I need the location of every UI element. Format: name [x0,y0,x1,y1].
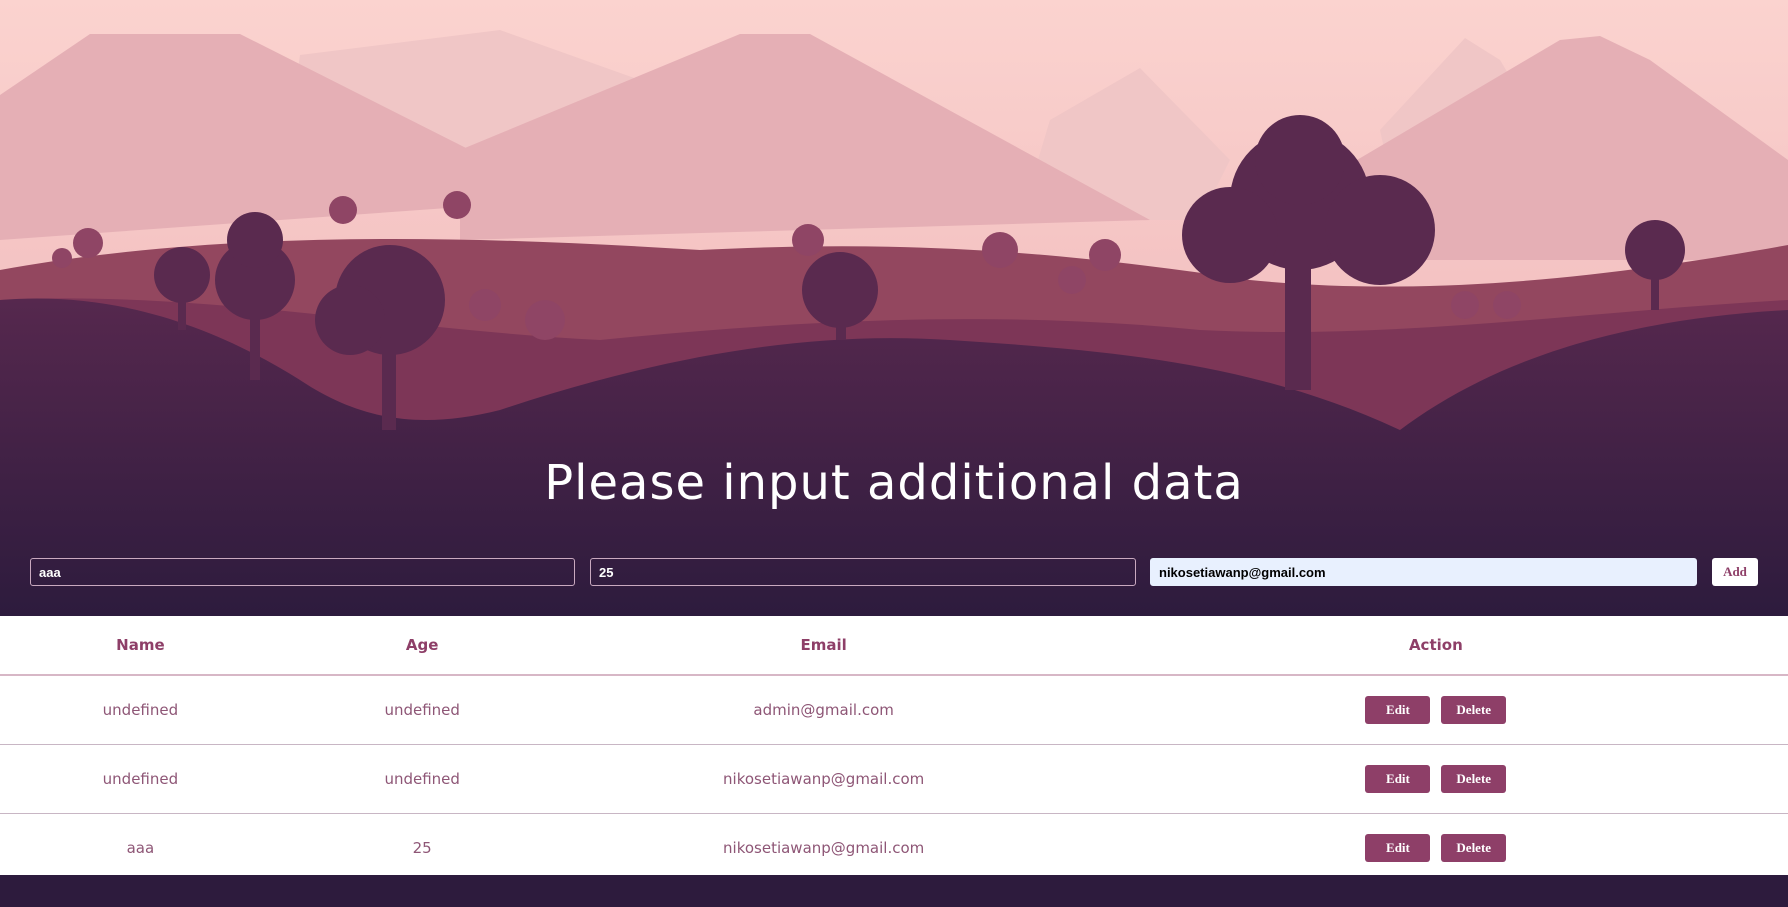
cell-email: nikosetiawanp@gmail.com [723,839,925,857]
cell-action: Edit Delete [1084,814,1788,883]
table-header-row: Name Age Email Action [0,616,1788,676]
cell-email: nikosetiawanp@gmail.com [563,744,1084,814]
add-button[interactable]: Add [1712,558,1758,586]
cell-age: undefined [280,675,564,745]
name-input[interactable] [30,558,575,586]
cell-age: 25 [412,839,432,857]
cell-email: admin@gmail.com [563,675,1084,745]
hero-banner [0,0,1788,616]
page-title: Please input additional data [544,455,1244,511]
edit-button[interactable]: Edit [1365,765,1431,793]
cell-name: undefined [0,744,281,814]
cell-age: undefined [280,744,564,814]
delete-button[interactable]: Delete [1441,696,1507,724]
header-email: Email [563,616,1084,676]
header-age: Age [280,616,564,676]
age-input[interactable] [590,558,1136,586]
edit-button[interactable]: Edit [1365,834,1431,862]
cell-name: undefined [0,675,281,745]
landscape-illustration [0,0,1788,616]
edit-button[interactable]: Edit [1365,696,1431,724]
table-row: undefined undefined admin@gmail.com Edit… [0,675,1788,745]
table-row: aaa 25 nikosetiawanp@gmail.com Edit Dele… [0,814,1788,883]
header-action: Action [1083,616,1788,676]
cell-action: Edit Delete [1083,675,1788,745]
data-table: Name Age Email Action undefined undefine… [0,616,1788,875]
table-row: undefined undefined nikosetiawanp@gmail.… [0,744,1788,814]
email-input[interactable] [1150,558,1697,586]
delete-button[interactable]: Delete [1441,834,1507,862]
footer-bar [0,875,1788,907]
cell-name: aaa [126,839,155,857]
cell-action: Edit Delete [1083,744,1788,814]
delete-button[interactable]: Delete [1441,765,1507,793]
header-name: Name [0,616,281,676]
